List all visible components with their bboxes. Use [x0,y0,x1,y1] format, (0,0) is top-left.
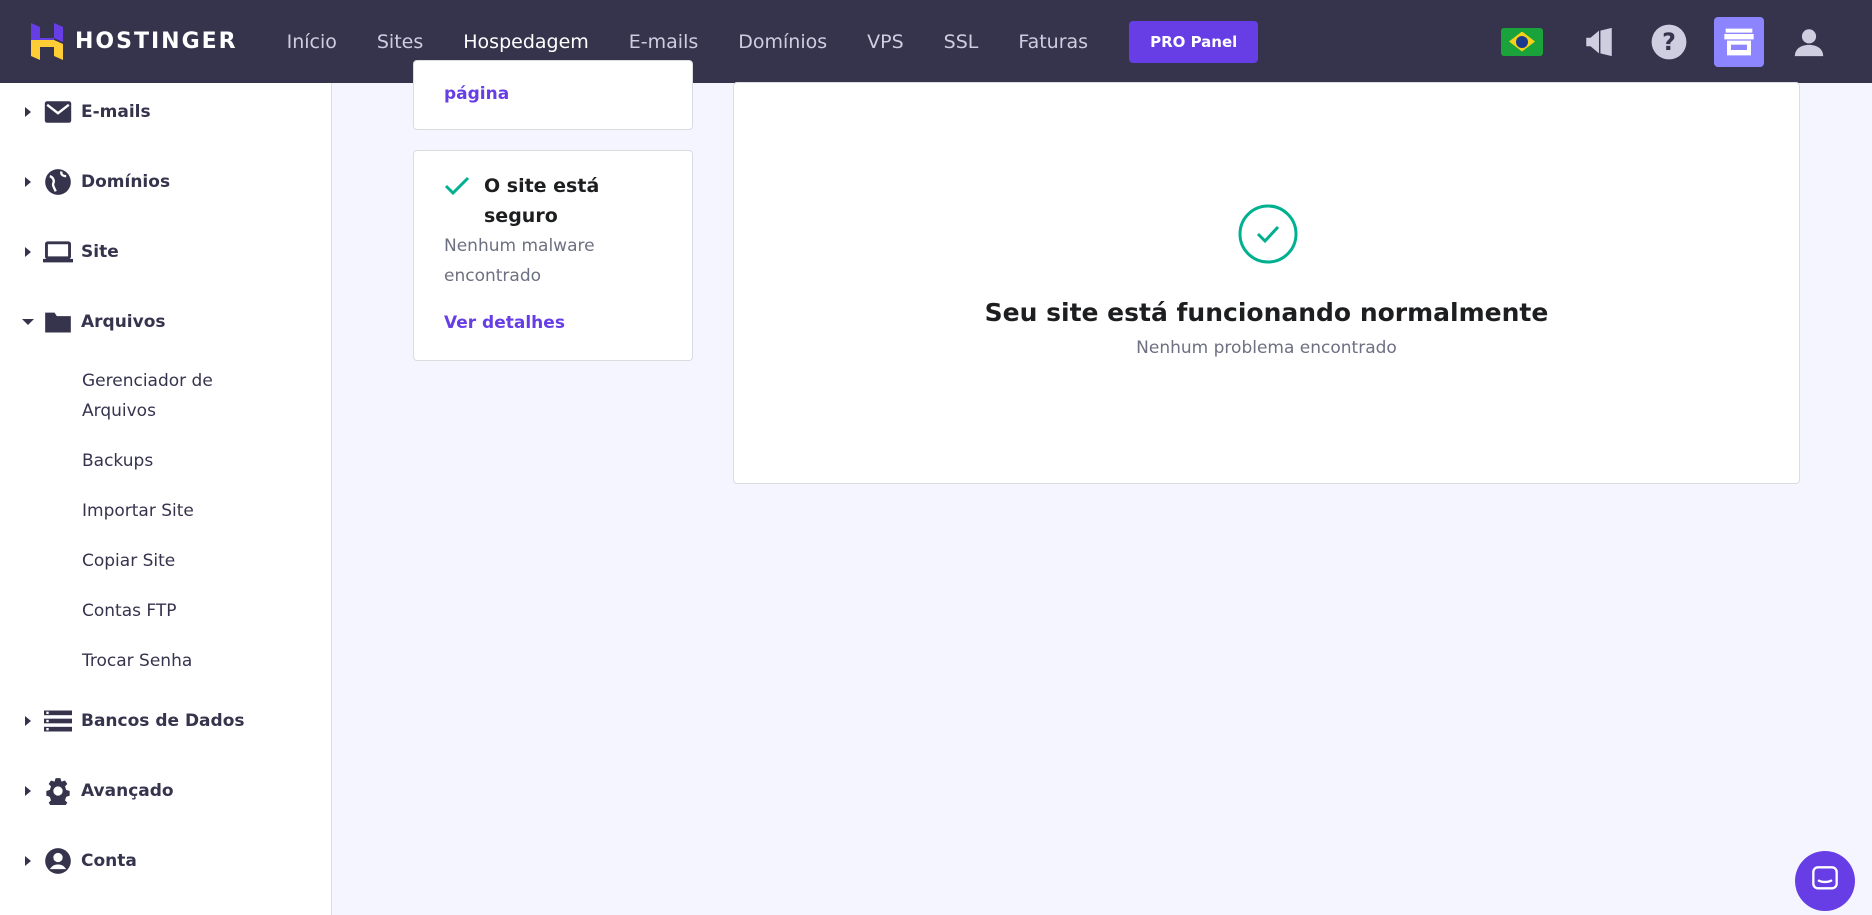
nav-ssl[interactable]: SSL [944,31,979,53]
caret-right-icon [15,785,41,797]
sidebar-item-emails[interactable]: E-mails [0,92,151,132]
topbar-actions: ? [1501,0,1872,83]
pro-panel-button[interactable]: PRO Panel [1129,20,1259,63]
chat-button[interactable] [1795,851,1855,911]
sidebar-subitem-importar-site[interactable]: Importar Site [82,496,194,526]
partial-card: página [413,60,693,130]
sidebar-item-label: Arquivos [81,312,166,332]
sidebar-item-label: Avançado [81,781,174,801]
nav-vps[interactable]: VPS [867,31,904,53]
caret-right-icon [15,855,41,867]
gear-icon [41,774,75,808]
view-details-link[interactable]: Ver detalhes [444,313,565,333]
nav-dominios[interactable]: Domínios [738,31,827,53]
help-icon[interactable]: ? [1644,17,1694,67]
store-icon[interactable] [1714,16,1764,67]
chat-icon [1811,865,1839,897]
sidebar-item-label: Domínios [81,172,171,192]
sidebar: E-mails Domínios Site Arquivos Gerenciad… [0,83,332,915]
database-icon [41,704,75,738]
hostinger-logo[interactable]: HOSTINGER [31,22,238,62]
security-card-title: O site está seguro [484,171,634,231]
security-title-line2: seguro [484,205,558,227]
hostinger-logo-icon [31,23,63,60]
nav-inicio[interactable]: Início [287,31,337,53]
status-subtitle: Nenhum problema encontrado [1136,338,1397,358]
sidebar-item-label: E-mails [81,102,151,122]
globe-icon [41,165,75,199]
security-card-description: Nenhum malware encontrado [444,231,624,291]
sidebar-item-site[interactable]: Site [0,232,119,272]
sidebar-subitem-copiar-site[interactable]: Copiar Site [82,546,175,576]
sidebar-subitem-gerenciador[interactable]: Gerenciador de [82,366,213,396]
security-title-line1: O site está [484,175,600,197]
megaphone-icon[interactable] [1574,17,1624,67]
check-icon [444,175,470,201]
laptop-icon [41,235,75,269]
sidebar-item-label: Site [81,242,119,262]
caret-down-icon [15,317,41,327]
user-circle-icon [41,844,75,878]
sidebar-item-avancado[interactable]: Avançado [0,771,174,811]
caret-right-icon [15,715,41,727]
nav-faturas[interactable]: Faturas [1018,31,1088,53]
sidebar-subitem-trocar-senha[interactable]: Trocar Senha [82,646,192,676]
mail-icon [41,95,75,129]
account-icon[interactable] [1784,17,1834,67]
sidebar-item-conta[interactable]: Conta [0,841,137,881]
top-navigation-bar: HOSTINGER Início Sites Hospedagem E-mail… [0,0,1872,83]
caret-right-icon [15,106,41,118]
check-circle-icon [1237,203,1299,269]
caret-right-icon [15,176,41,188]
status-title: Seu site está funcionando normalmente [984,298,1549,327]
svg-text:?: ? [1662,27,1676,55]
security-desc-line1: Nenhum malware [444,236,595,256]
sidebar-item-arquivos[interactable]: Arquivos [0,302,166,342]
sidebar-subitem-backups[interactable]: Backups [82,446,153,476]
nav-sites[interactable]: Sites [377,31,423,53]
sidebar-item-label: Conta [81,851,137,871]
sidebar-item-dominios[interactable]: Domínios [0,162,170,202]
site-status-card: Seu site está funcionando normalmente Ne… [733,82,1800,484]
brazil-flag-icon[interactable] [1501,27,1543,56]
sidebar-subitem-gerenciador-line2[interactable]: Arquivos [82,396,156,426]
nav-emails[interactable]: E-mails [629,31,698,53]
partial-card-link[interactable]: página [444,84,509,104]
security-card: O site está seguro Nenhum malware encont… [413,150,693,361]
folder-icon [41,305,75,339]
security-desc-line2: encontrado [444,266,542,286]
nav-hospedagem[interactable]: Hospedagem [463,31,589,53]
sidebar-item-label: Bancos de Dados [81,711,245,731]
sidebar-subitem-contas-ftp[interactable]: Contas FTP [82,596,177,626]
brand-name: HOSTINGER [75,29,238,54]
main-nav: Início Sites Hospedagem E-mails Domínios… [287,20,1259,63]
caret-right-icon [15,246,41,258]
sidebar-item-bancos-de-dados[interactable]: Bancos de Dados [0,701,245,741]
